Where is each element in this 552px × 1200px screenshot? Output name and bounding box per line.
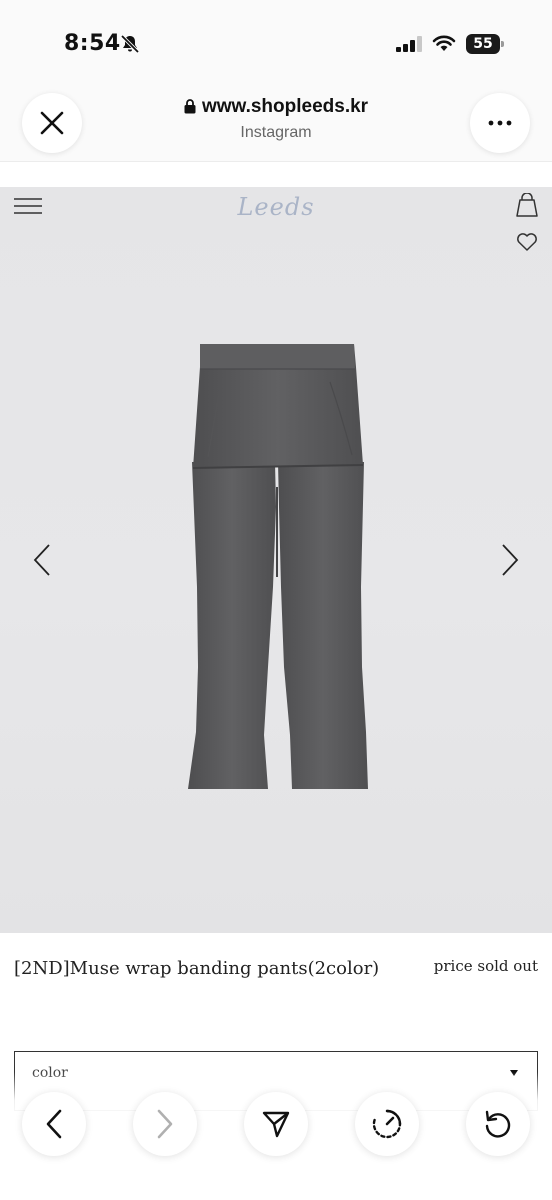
- back-icon: [46, 1109, 62, 1139]
- back-button[interactable]: [22, 1092, 86, 1156]
- wifi-icon: [432, 35, 456, 51]
- reload-icon: [485, 1110, 511, 1138]
- url-text: www.shopleeds.kr: [201, 96, 369, 117]
- browser-bar: www.shopleeds.kr Instagram: [0, 90, 552, 162]
- browser-divider: [0, 161, 552, 162]
- more-options-button[interactable]: [470, 93, 530, 153]
- share-icon: [262, 1111, 290, 1138]
- heart-icon[interactable]: [516, 232, 538, 252]
- chevron-left-icon[interactable]: [32, 543, 52, 577]
- chevron-right-icon[interactable]: [500, 543, 520, 577]
- lock-icon: [184, 99, 196, 114]
- share-button[interactable]: [244, 1092, 308, 1156]
- source-app-label: Instagram: [240, 124, 312, 141]
- forward-button[interactable]: [133, 1092, 197, 1156]
- product-image[interactable]: Leeds: [0, 187, 552, 933]
- forward-icon: [157, 1109, 173, 1139]
- product-name: [2ND]Muse wrap banding pants(2color): [14, 958, 380, 979]
- status-time: 8:54: [64, 31, 121, 56]
- cellular-signal-icon: [396, 36, 422, 52]
- speed-icon: [372, 1109, 402, 1139]
- battery-level: 55: [473, 36, 493, 52]
- shopping-bag-icon[interactable]: [516, 193, 538, 217]
- url-display[interactable]: www.shopleeds.kr: [0, 96, 552, 118]
- battery-icon: 55: [466, 34, 504, 54]
- status-bar: 8:54 55: [0, 0, 552, 90]
- site-logo[interactable]: Leeds: [0, 193, 552, 221]
- product-photo-pants: [188, 344, 368, 789]
- more-icon: [488, 120, 512, 126]
- price-status: price sold out: [433, 957, 538, 975]
- speed-button[interactable]: [355, 1092, 419, 1156]
- bell-slash-icon: [120, 34, 140, 54]
- reload-button[interactable]: [466, 1092, 530, 1156]
